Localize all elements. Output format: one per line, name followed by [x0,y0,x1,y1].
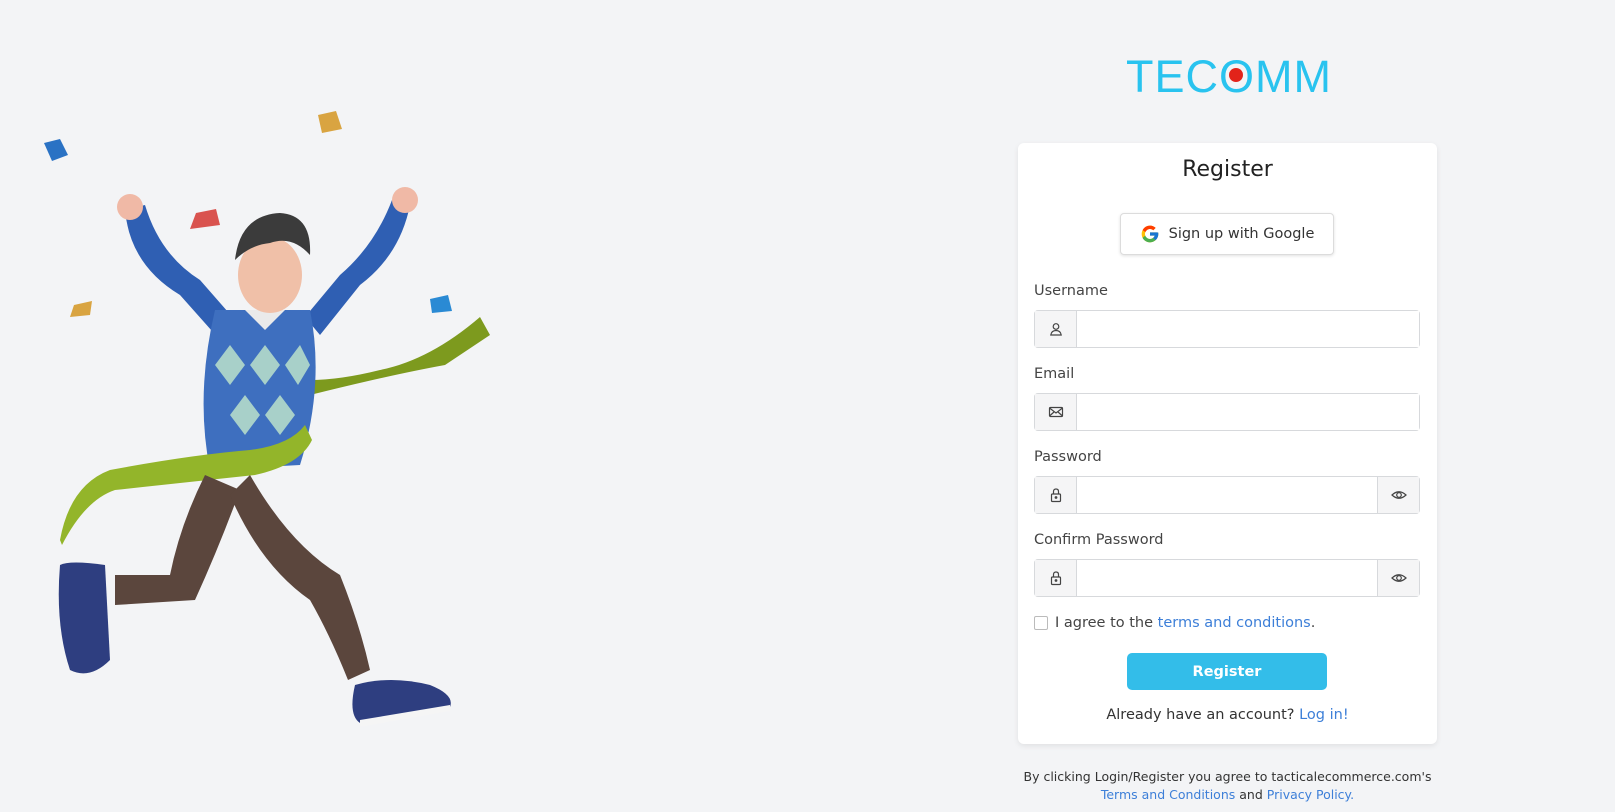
register-card: Register Sign up with Google Username Em… [1018,143,1437,744]
username-input[interactable] [1077,311,1419,347]
confetti [318,111,342,133]
confetti [44,139,68,161]
finish-ribbon-back [310,317,490,395]
eye-icon [1390,491,1407,499]
right-arm [305,200,410,335]
eye-icon [1390,574,1407,582]
lock-icon [1050,488,1061,503]
footer-line1: By clicking Login/Register you agree to … [1023,769,1432,784]
terms-prefix: I agree to the [1055,615,1154,631]
runner-illustration [44,111,490,727]
confirm-password-group [1034,559,1420,597]
email-input[interactable] [1077,394,1419,430]
footer-privacy-link[interactable]: Privacy Policy. [1267,787,1354,802]
password-addon [1035,477,1077,513]
terms-link[interactable]: terms and conditions [1158,615,1311,631]
username-group [1034,310,1420,348]
tecomm-logo: TECOMM [1126,52,1330,98]
email-group [1034,393,1420,431]
footer-and: and [1239,787,1263,802]
front-leg [230,475,370,680]
login-link[interactable]: Log in! [1299,707,1349,723]
back-shoe [58,562,110,674]
email-label: Email [1034,366,1075,382]
google-icon [1141,225,1158,243]
login-prompt-text: Already have an account? [1106,707,1295,723]
password-group [1034,476,1420,514]
password-label: Password [1034,449,1102,465]
confetti [70,301,92,317]
username-addon [1035,311,1077,347]
back-leg [115,475,240,605]
google-button-label: Sign up with Google [1168,226,1315,242]
password-input[interactable] [1077,477,1377,513]
user-icon [1049,323,1062,336]
register-button[interactable]: Register [1127,653,1327,690]
confirm-password-input[interactable] [1077,560,1377,596]
terms-row: I agree to the terms and conditions. [1034,615,1315,631]
username-label: Username [1034,283,1108,299]
footer-terms-link[interactable]: Terms and Conditions [1101,787,1235,802]
terms-checkbox[interactable] [1034,616,1048,630]
confetti [190,209,220,229]
lock-icon [1050,571,1061,586]
footer-notice: By clicking Login/Register you agree to … [1018,768,1437,804]
google-signup-button[interactable]: Sign up with Google [1120,213,1334,255]
login-prompt: Already have an account? Log in! [1018,707,1437,723]
confirm-password-label: Confirm Password [1034,532,1164,548]
card-title: Register [1182,157,1273,182]
envelope-icon [1048,406,1063,418]
email-addon [1035,394,1077,430]
terms-suffix: . [1310,615,1316,631]
confetti [430,295,452,313]
password-toggle[interactable] [1377,477,1419,513]
confirm-password-addon [1035,560,1077,596]
logo-text: TECOMM [1126,52,1330,98]
confirm-password-toggle[interactable] [1377,560,1419,596]
